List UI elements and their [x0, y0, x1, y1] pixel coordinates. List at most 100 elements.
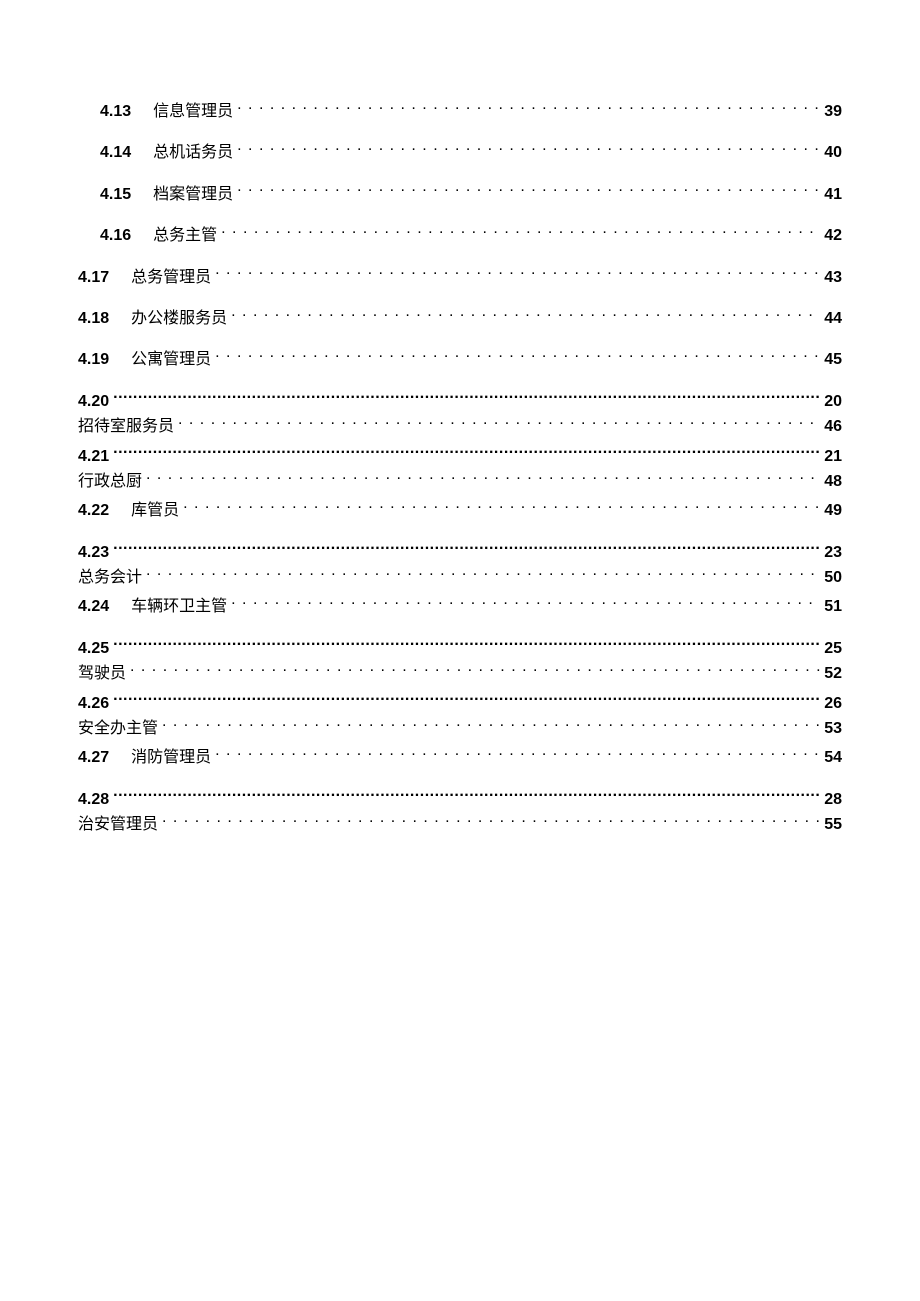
toc-entry: 4.13信息管理员39 — [78, 100, 842, 123]
toc-entry: 4.2323 总务会计 50 — [78, 541, 842, 590]
toc-row-num: 4.21 21 — [78, 445, 842, 468]
toc-number: 4.26 — [78, 693, 109, 715]
toc-row: 4.22 库管员 49 — [78, 499, 842, 522]
toc-row-num: 4.2323 — [78, 541, 842, 564]
toc-row-num: 4.28 28 — [78, 788, 842, 811]
toc-entry: 4.14 总机话务员 40 — [78, 141, 842, 164]
toc-row-label: 驾驶员 52 — [78, 662, 842, 685]
dot-leader-dense — [113, 390, 820, 406]
toc-page: 42 — [824, 225, 842, 247]
toc-number: 4.27 — [78, 747, 109, 769]
toc-page: 51 — [824, 596, 842, 618]
toc-row-label: 治安管理员55 — [78, 813, 842, 836]
toc-row: 4.27 消防管理员 54 — [78, 746, 842, 769]
toc-entry: 4.24 车辆环卫主管 51 — [78, 595, 842, 618]
toc-page: 48 — [824, 471, 842, 493]
toc-row-label: 总务会计 50 — [78, 566, 842, 589]
toc-number: 4.28 — [78, 789, 109, 811]
toc-label: 库管员 — [131, 500, 179, 522]
toc-row: 4.24 车辆环卫主管 51 — [78, 595, 842, 618]
toc-label: 车辆环卫主管 — [131, 596, 227, 618]
toc-entry: 4.18办公楼服务员44 — [78, 307, 842, 330]
dot-leader — [215, 266, 820, 282]
toc-label: 行政总厨 — [78, 471, 142, 493]
toc-label: 消防管理员 — [131, 747, 211, 769]
toc-page: 52 — [824, 663, 842, 685]
toc-numpage: 21 — [824, 446, 842, 468]
toc-row-num: 4.2525 — [78, 637, 842, 660]
toc-label: 驾驶员 — [78, 663, 126, 685]
toc-row: 4.18办公楼服务员44 — [78, 307, 842, 330]
toc-row-num: 4.26 26 — [78, 692, 842, 715]
toc-entry: 4.21 21 行政总厨 48 — [78, 445, 842, 494]
toc-row-label: 安全办主管53 — [78, 717, 842, 740]
toc-number: 4.22 — [78, 500, 109, 522]
toc-number: 4.25 — [78, 638, 109, 660]
dot-leader — [231, 307, 820, 323]
table-of-contents: 4.13信息管理员394.14总机话务员404.15档案管理员414.16总务主… — [78, 100, 842, 837]
toc-label: 档案管理员 — [153, 184, 233, 206]
toc-numpage: 26 — [824, 693, 842, 715]
toc-entry: 4.27 消防管理员 54 — [78, 746, 842, 769]
dot-leader — [231, 595, 820, 611]
toc-entry: 4.17 总务管理员 43 — [78, 266, 842, 289]
toc-number: 4.24 — [78, 596, 109, 618]
toc-label: 办公楼服务员 — [131, 308, 227, 330]
toc-page: 43 — [824, 267, 842, 289]
toc-page: 40 — [824, 142, 842, 164]
dot-leader — [221, 224, 820, 240]
toc-page: 41 — [824, 184, 842, 206]
toc-row-label: 行政总厨 48 — [78, 470, 842, 493]
toc-row: 4.15 档案管理员 41 — [78, 183, 842, 206]
dot-leader — [215, 746, 820, 762]
toc-page: 53 — [824, 718, 842, 740]
dot-leader-dense — [113, 788, 820, 804]
dot-leader — [237, 141, 820, 157]
toc-page: 49 — [824, 500, 842, 522]
toc-entry: 4.19公寓管理员45 — [78, 348, 842, 371]
toc-number: 4.21 — [78, 446, 109, 468]
toc-label: 总务会计 — [78, 567, 142, 589]
toc-entry: 4.2525 驾驶员 52 — [78, 637, 842, 686]
toc-page: 55 — [824, 814, 842, 836]
toc-number: 4.18 — [78, 308, 109, 330]
toc-number: 4.16 — [78, 225, 131, 247]
toc-row: 4.13信息管理员39 — [78, 100, 842, 123]
toc-row: 4.16 总务主管 42 — [78, 224, 842, 247]
toc-label: 公寓管理员 — [131, 349, 211, 371]
dot-leader — [146, 566, 820, 582]
toc-number: 4.20 — [78, 391, 109, 413]
toc-number: 4.15 — [78, 184, 131, 206]
toc-entry: 4.15 档案管理员 41 — [78, 183, 842, 206]
toc-label: 总机话务员 — [153, 142, 233, 164]
dot-leader — [183, 499, 820, 515]
toc-entry: 4.16 总务主管 42 — [78, 224, 842, 247]
dot-leader — [146, 470, 820, 486]
toc-page: 45 — [824, 349, 842, 371]
toc-entry: 4.28 28治安管理员55 — [78, 788, 842, 837]
dot-leader — [162, 717, 820, 733]
toc-row: 4.19公寓管理员45 — [78, 348, 842, 371]
toc-page: 54 — [824, 747, 842, 769]
toc-number: 4.23 — [78, 542, 109, 564]
toc-page: 50 — [824, 567, 842, 589]
dot-leader — [237, 183, 820, 199]
toc-page: 46 — [824, 416, 842, 438]
toc-numpage: 28 — [824, 789, 842, 811]
dot-leader-dense — [113, 541, 820, 557]
dot-leader — [215, 348, 820, 364]
toc-label: 招待室服务员 — [78, 416, 174, 438]
toc-row-label: 招待室服务员 46 — [78, 415, 842, 438]
toc-entry: 4.22 库管员 49 — [78, 499, 842, 522]
dot-leader-dense — [113, 445, 820, 461]
toc-label: 信息管理员 — [153, 101, 233, 123]
toc-number: 4.17 — [78, 267, 109, 289]
toc-number: 4.14 — [78, 142, 131, 164]
dot-leader — [130, 662, 820, 678]
toc-number: 4.13 — [78, 101, 131, 123]
dot-leader-dense — [113, 637, 820, 653]
toc-label: 总务主管 — [153, 225, 217, 247]
document-page: 4.13信息管理员394.14总机话务员404.15档案管理员414.16总务主… — [0, 0, 920, 1301]
dot-leader — [178, 415, 820, 431]
toc-label: 总务管理员 — [131, 267, 211, 289]
